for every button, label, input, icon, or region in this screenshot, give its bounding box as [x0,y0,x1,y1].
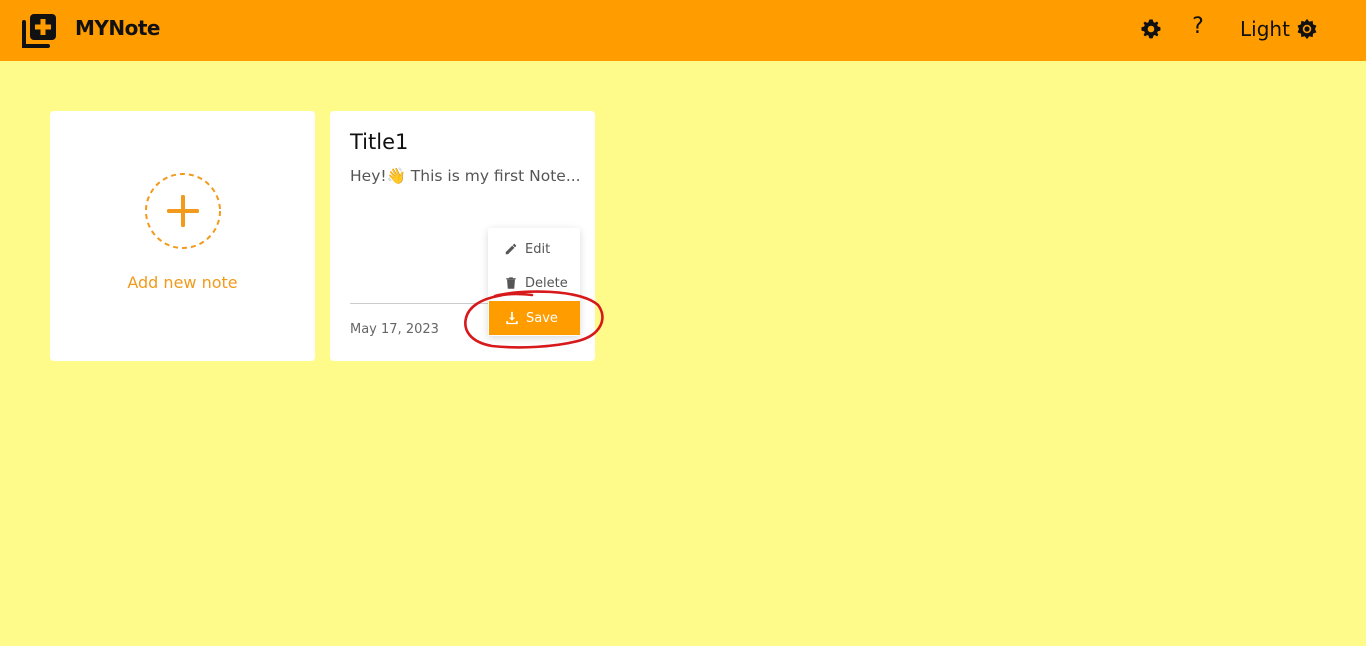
add-note-label: Add new note [127,273,238,292]
note-context-menu: Edit Delete Save [488,228,580,336]
note-add-icon[interactable] [20,12,58,50]
trash-icon [506,277,516,289]
note-preview: Hey!👋 This is my first Note... [350,167,580,185]
top-bar: MYNote ? Light [0,0,1366,61]
pencil-icon [505,243,517,255]
theme-label: Light [1240,17,1290,41]
edit-menu-item[interactable]: Edit [488,232,580,266]
download-icon [506,311,518,325]
theme-toggle[interactable]: Light [1240,16,1318,42]
note-title: Title1 [350,130,409,154]
save-label: Save [526,310,558,326]
help-button[interactable]: ? [1188,14,1208,44]
edit-label: Edit [525,241,551,257]
note-date: May 17, 2023 [350,322,439,337]
add-note-card[interactable]: Add new note [50,111,315,361]
delete-label: Delete [525,275,568,291]
delete-menu-item[interactable]: Delete [488,266,580,300]
app-title: MYNote [75,16,161,40]
gear-icon[interactable] [1140,18,1162,40]
save-menu-item[interactable]: Save [489,301,580,335]
sun-gear-icon [1297,18,1317,40]
plus-circle-icon [145,173,221,249]
